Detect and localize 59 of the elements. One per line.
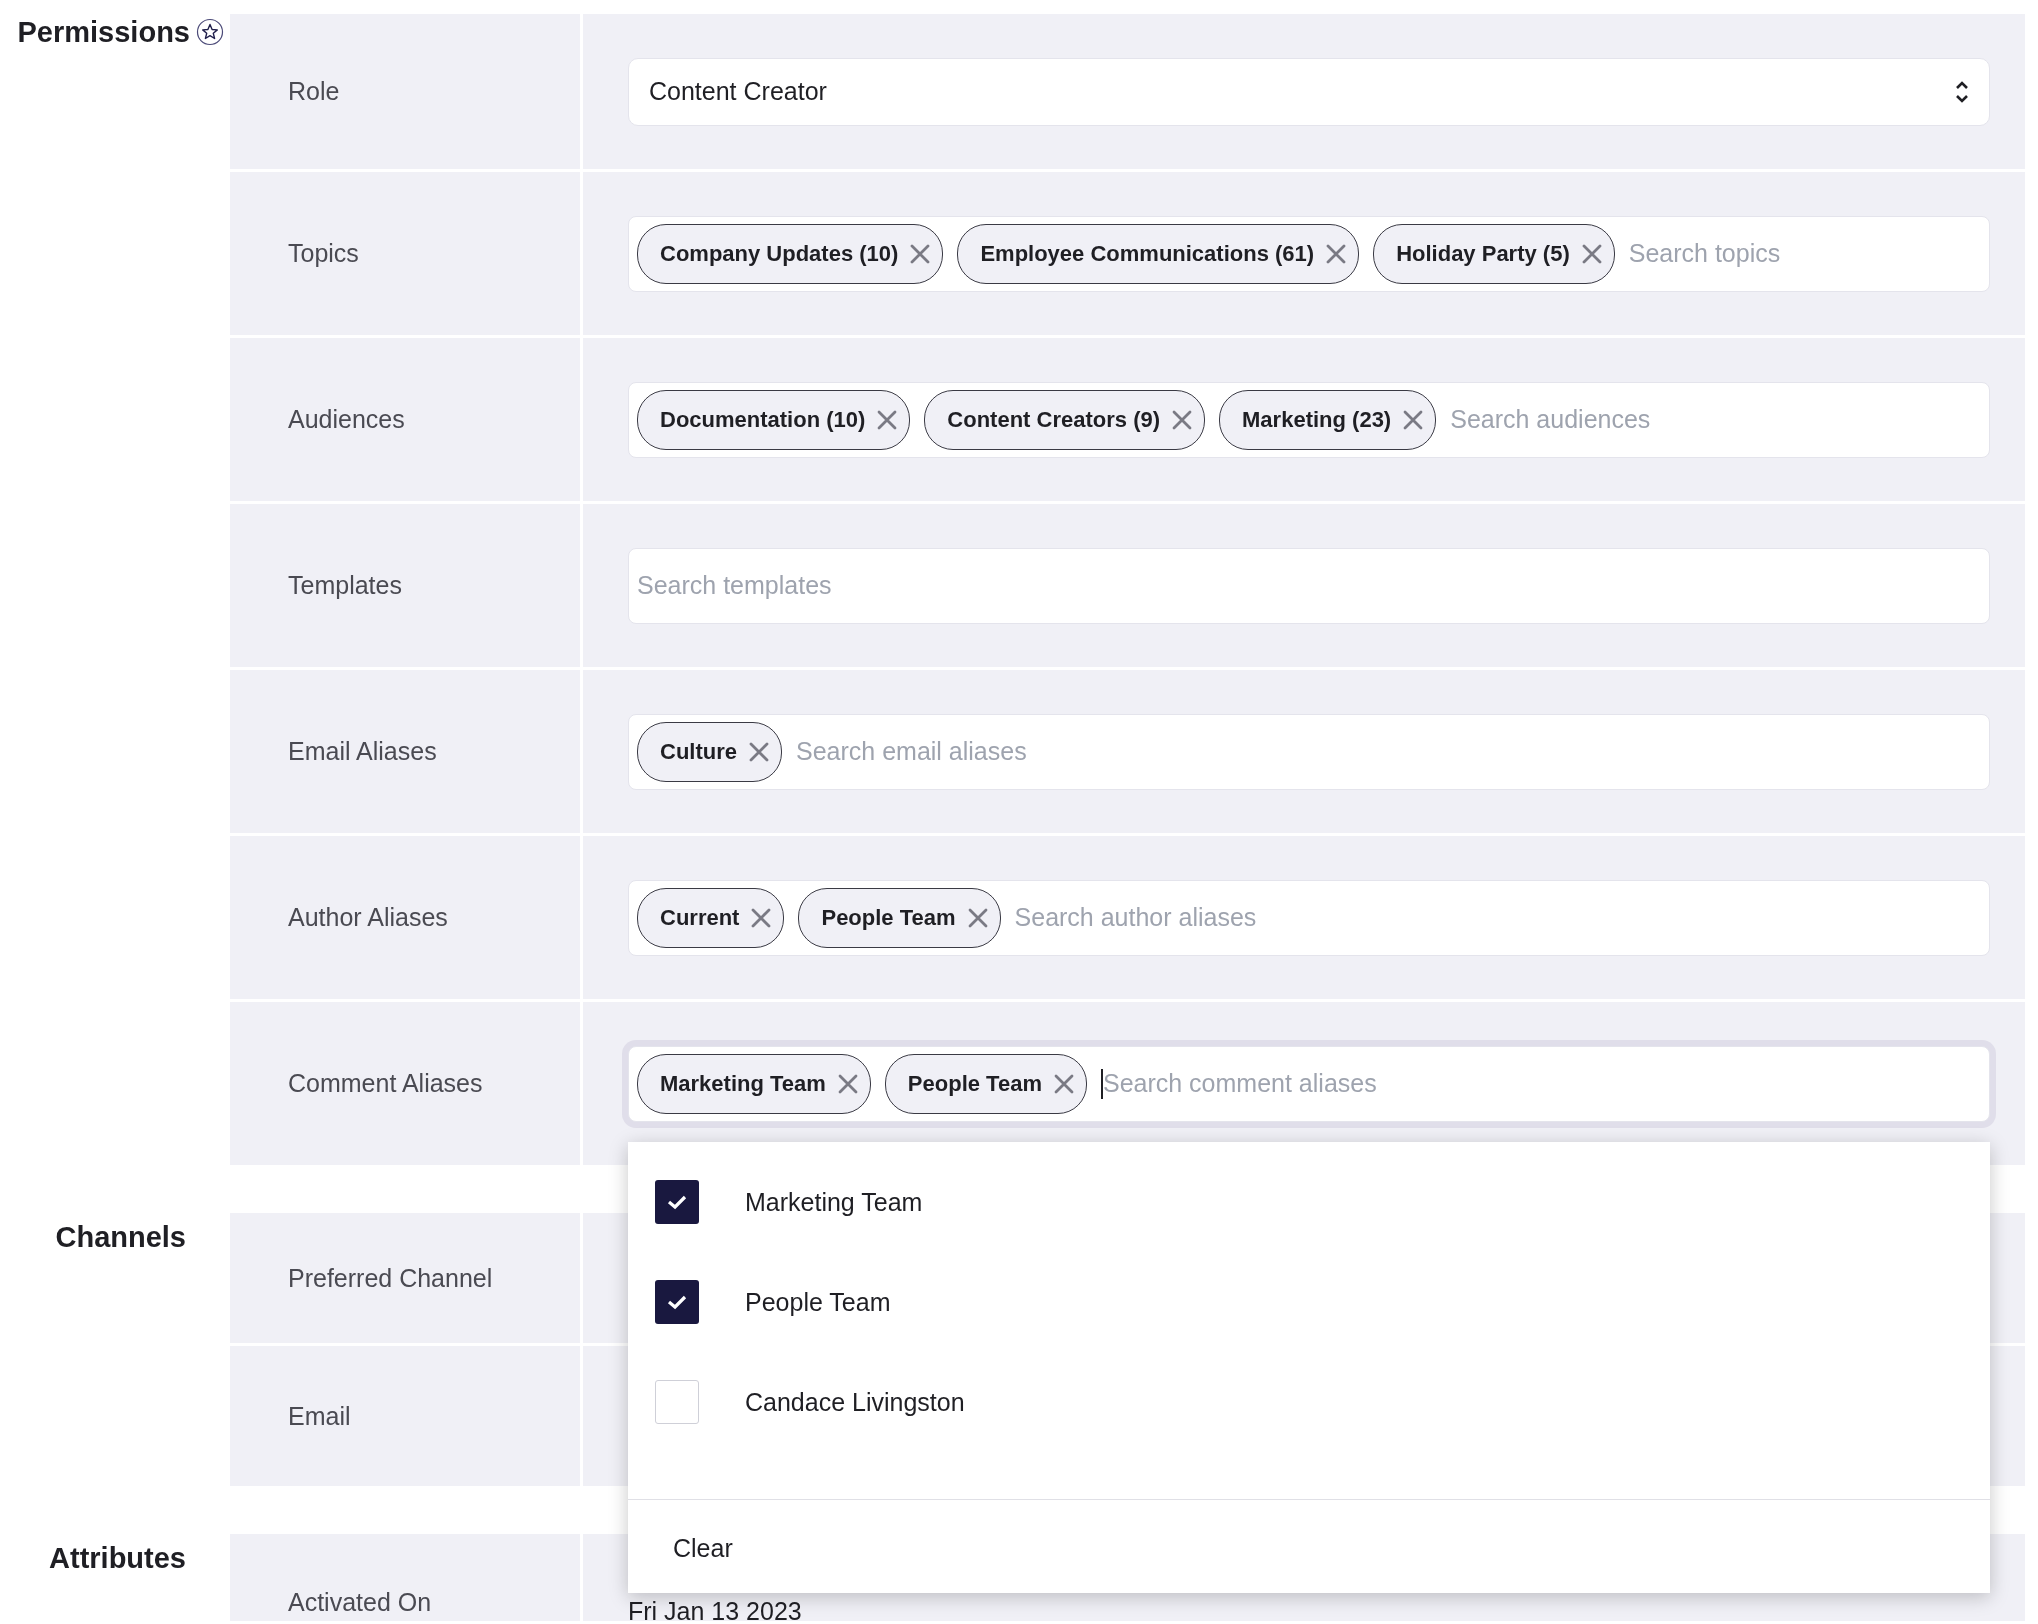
section-title: Channels — [55, 1220, 186, 1255]
tag-chip[interactable]: Holiday Party (5) — [1373, 223, 1615, 284]
field-label: Role — [288, 77, 340, 106]
close-icon[interactable] — [1326, 243, 1347, 264]
tag-chip[interactable]: People Team — [798, 887, 1001, 948]
field-label: Topics — [288, 239, 359, 268]
search-field[interactable]: Search audiences — [1450, 405, 1981, 434]
close-icon[interactable] — [910, 243, 931, 264]
text-cursor — [1100, 1068, 1103, 1099]
section-title: Attributes — [49, 1541, 186, 1576]
field-label: Email — [288, 1401, 351, 1431]
close-icon[interactable] — [967, 907, 988, 928]
close-icon[interactable] — [1403, 409, 1424, 430]
search-field[interactable]: Search email aliases — [796, 737, 1981, 766]
tag-chip[interactable]: Content Creators (9) — [924, 389, 1206, 450]
field-label: Comment Aliases — [288, 1069, 483, 1098]
field-label: Email Aliases — [288, 737, 437, 766]
field-label: Audiences — [288, 405, 405, 434]
tag-chip[interactable]: Company Updates (10) — [637, 223, 944, 284]
search-field[interactable]: Search author aliases — [1014, 903, 1981, 932]
search-field[interactable]: Search comment aliases — [1102, 1069, 1981, 1098]
tag-chip[interactable]: Current — [637, 887, 785, 948]
field-label: Templates — [288, 571, 402, 600]
menu-option[interactable]: Marketing Team — [628, 1152, 1990, 1252]
check-icon — [666, 1194, 688, 1210]
tag-chip[interactable]: Marketing (23) — [1219, 389, 1437, 450]
search-field[interactable]: Search templates — [637, 571, 1981, 600]
tag-chip[interactable]: Documentation (10) — [637, 389, 911, 450]
field-label: Author Aliases — [288, 903, 448, 932]
date-value: Fri Jan 13 2023 — [628, 1601, 803, 1621]
tag-chip[interactable]: Marketing Team — [637, 1053, 871, 1114]
section-title: Permissions — [17, 15, 190, 50]
close-icon[interactable] — [837, 1073, 858, 1094]
sort-arrows-icon — [1955, 79, 1969, 104]
menu-option[interactable]: Candace Livingston — [628, 1352, 1990, 1452]
search-field[interactable]: Search topics — [1628, 239, 1981, 268]
tag-input-field[interactable]: Culture Search email aliases — [628, 713, 1990, 790]
field-label: Activated On — [288, 1588, 432, 1617]
close-icon[interactable] — [877, 409, 898, 430]
menu-option[interactable]: People Team — [628, 1252, 1990, 1352]
close-icon[interactable] — [1172, 409, 1193, 430]
tag-chip[interactable]: Culture — [637, 721, 782, 782]
close-icon[interactable] — [1581, 243, 1602, 264]
check-icon — [666, 1294, 688, 1310]
close-icon[interactable] — [1053, 1073, 1074, 1094]
close-icon[interactable] — [751, 907, 772, 928]
tag-input-field[interactable]: Documentation (10) Content Creators (9) Marketing (23) Search audiences — [628, 381, 1990, 458]
field-label: Preferred Channel — [288, 1263, 493, 1293]
tag-input-field[interactable]: Company Updates (10) Employee Communications (61) Holiday Party (5) Search topics — [628, 215, 1990, 292]
tag-input-field[interactable]: Search templates — [628, 547, 1990, 624]
checkbox[interactable] — [655, 1180, 699, 1224]
tag-input-field[interactable]: Current People Team Search author aliases — [628, 879, 1990, 956]
tag-chip[interactable]: Employee Communications (61) — [957, 223, 1360, 284]
checkbox[interactable] — [655, 1380, 699, 1424]
tag-chip[interactable]: People Team — [884, 1053, 1087, 1114]
checkbox[interactable] — [655, 1280, 699, 1324]
clear-button[interactable]: Clear — [673, 1534, 733, 1563]
close-icon[interactable] — [749, 741, 769, 762]
role-select[interactable]: Content Creator — [628, 57, 1990, 126]
